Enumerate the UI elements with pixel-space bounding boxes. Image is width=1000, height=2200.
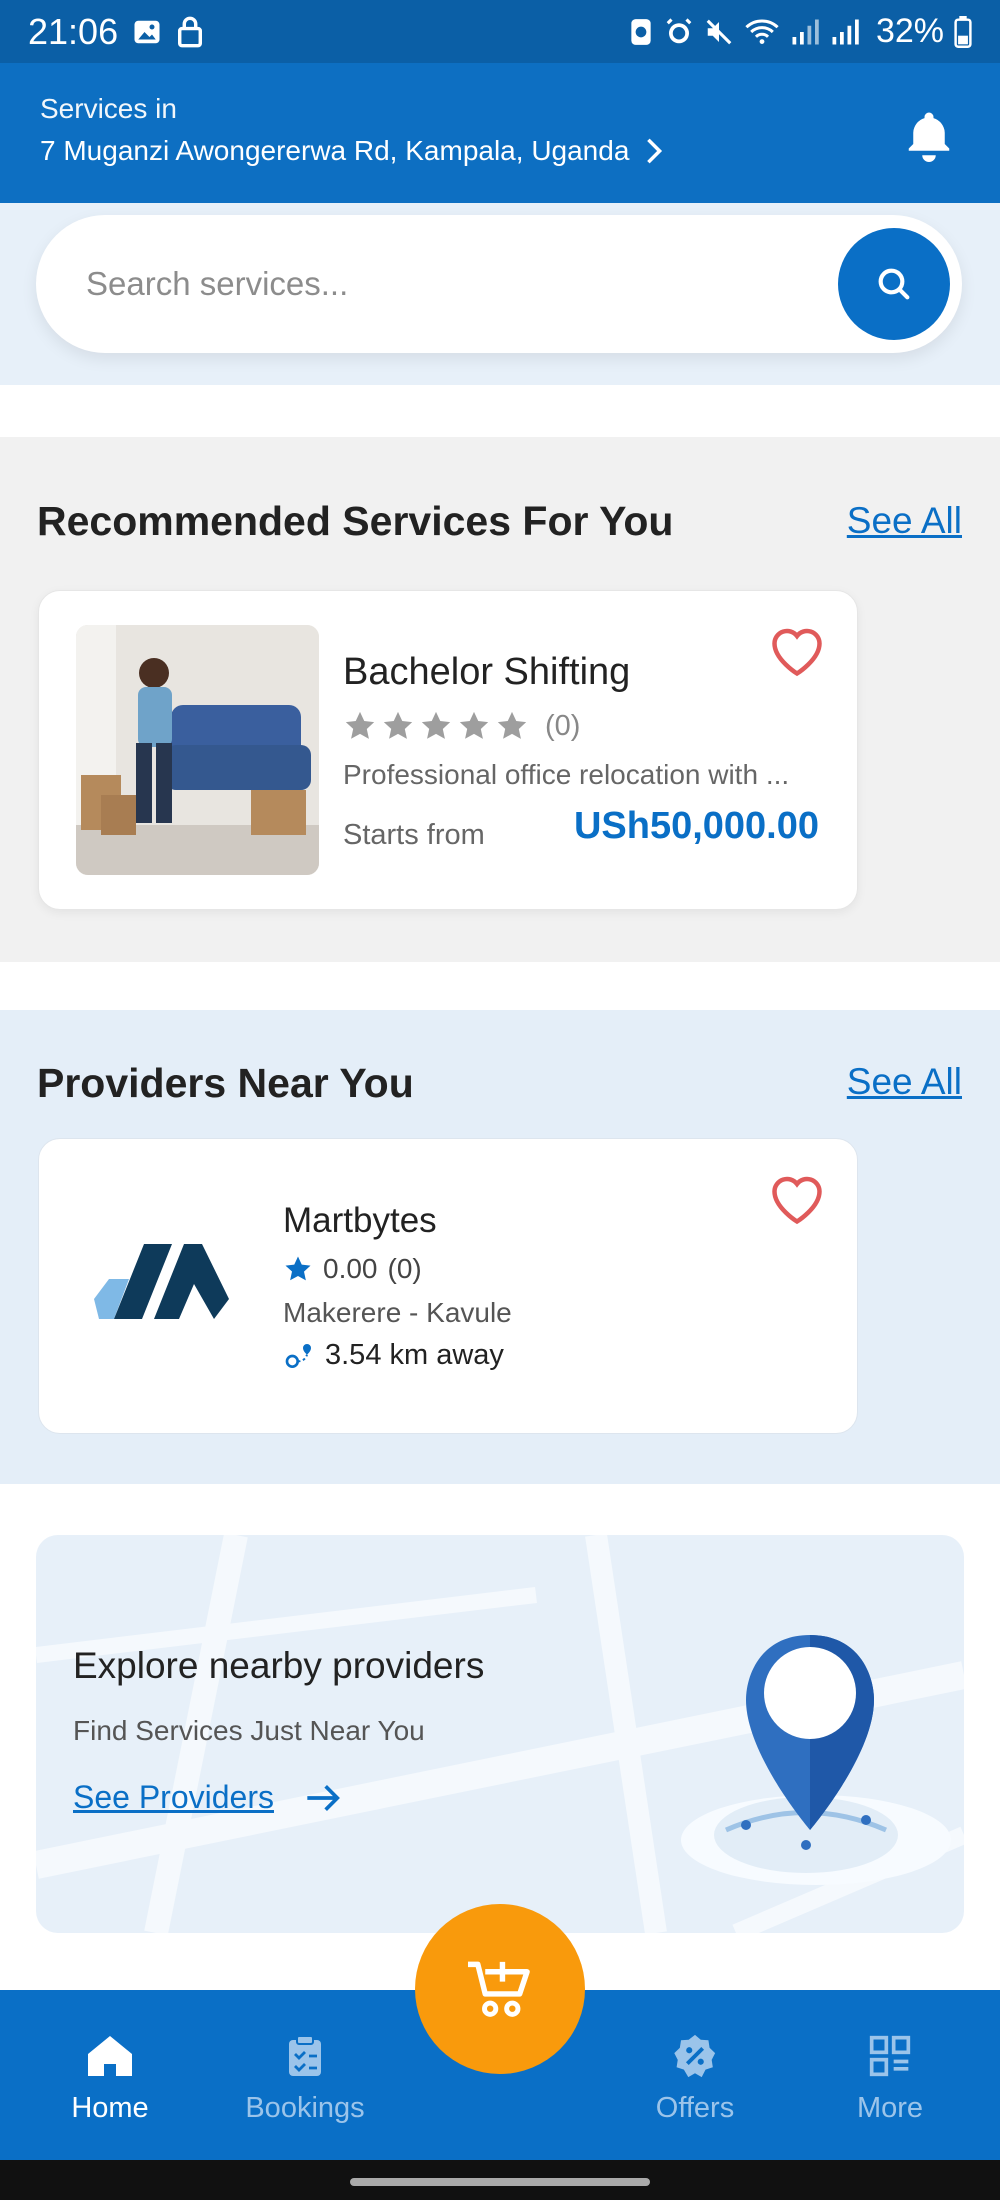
star-icon	[497, 711, 527, 739]
cart-fab-button[interactable]	[415, 1904, 585, 2074]
lock-icon	[178, 16, 203, 47]
service-price: USh50,000.00	[573, 805, 819, 847]
search-input[interactable]: Search services...	[36, 215, 962, 353]
explore-subtitle: Find Services Just Near You	[73, 1715, 425, 1746]
location-selector[interactable]: 7 Muganzi Awongererwa Rd, Kampala, Ugand…	[40, 135, 960, 167]
nav-bookings[interactable]: Bookings	[235, 2030, 375, 2125]
wifi-icon	[745, 19, 779, 44]
provider-location: Makerere - Kavule	[283, 1297, 512, 1328]
providers-title: Providers Near You	[37, 1060, 414, 1106]
notification-bell-icon[interactable]	[902, 108, 956, 162]
star-icon	[345, 711, 375, 739]
explore-title: Explore nearby providers	[73, 1645, 485, 1686]
route-pin-icon	[285, 1343, 311, 1369]
recommended-see-all-link[interactable]: See All	[847, 500, 962, 542]
star-icon	[421, 711, 451, 739]
star-icon	[383, 711, 413, 739]
add-to-cart-icon	[468, 1961, 530, 2017]
nav-bookings-label: Bookings	[245, 2092, 365, 2124]
service-description: Professional office relocation with ...	[343, 759, 790, 790]
star-icon	[459, 711, 489, 739]
grid-icon	[869, 2035, 911, 2077]
gallery-icon	[134, 20, 160, 43]
status-bar: 21:06 32%	[0, 0, 1000, 63]
provider-distance-text: 3.54 km away	[325, 1339, 504, 1371]
starts-from-label: Starts from	[343, 819, 485, 851]
address-text: 7 Muganzi Awongererwa Rd, Kampala, Ugand…	[40, 135, 630, 166]
search-icon	[878, 268, 910, 300]
home-icon	[88, 2036, 132, 2076]
chevron-right-icon	[647, 138, 663, 164]
see-providers-text: See Providers	[73, 1779, 274, 1815]
service-name: Bachelor Shifting	[343, 651, 631, 693]
favorite-heart-icon[interactable]	[767, 623, 827, 679]
service-rating: (0)	[343, 709, 580, 743]
provider-rating-count: (0)	[387, 1253, 422, 1284]
mute-icon	[706, 19, 732, 44]
nav-home-label: Home	[71, 2092, 149, 2124]
provider-logo	[94, 1244, 229, 1319]
arrow-right-icon	[307, 1784, 340, 1811]
recommended-title: Recommended Services For You	[37, 498, 674, 544]
provider-distance: 3.54 km away	[283, 1339, 504, 1372]
search-placeholder: Search services...	[86, 265, 349, 302]
signal-icon	[792, 19, 819, 44]
nav-offers[interactable]: Offers	[625, 2030, 765, 2125]
favorite-heart-icon[interactable]	[767, 1171, 827, 1227]
clipboard-icon	[289, 2035, 321, 2076]
nav-more[interactable]: More	[820, 2030, 960, 2125]
providers-see-all-link[interactable]: See All	[847, 1061, 962, 1103]
signal-icon-2	[832, 19, 859, 44]
provider-rating-value: 0.00	[323, 1253, 378, 1284]
discount-badge-icon	[674, 2034, 716, 2078]
alarm-icon	[666, 17, 692, 43]
see-providers-link[interactable]: See Providers	[73, 1779, 344, 1816]
battery-icon	[954, 15, 972, 48]
star-icon	[285, 1256, 311, 1281]
provider-card[interactable]: Martbytes 0.00 (0) Makerere - Kavule 3.5…	[38, 1138, 858, 1434]
provider-rating: 0.00 (0)	[283, 1253, 422, 1285]
service-image	[76, 625, 319, 875]
screen-icon	[631, 18, 651, 45]
battery-percent: 32%	[875, 12, 944, 50]
nav-more-label: More	[856, 2092, 924, 2124]
location-pin-illustration	[681, 1635, 951, 1885]
home-gesture-handle[interactable]	[350, 2178, 650, 2186]
service-card[interactable]: Bachelor Shifting (0) Professional offic…	[38, 590, 858, 910]
service-rating-count: (0)	[545, 709, 581, 742]
nav-home[interactable]: Home	[40, 2030, 180, 2125]
nav-offers-label: Offers	[655, 2092, 735, 2124]
explore-banner[interactable]: Explore nearby providers Find Services J…	[36, 1535, 964, 1933]
app-header: Services in 7 Muganzi Awongererwa Rd, Ka…	[0, 63, 1000, 203]
services-in-label: Services in	[40, 93, 177, 124]
search-button[interactable]	[838, 228, 950, 340]
provider-name: Martbytes	[283, 1201, 437, 1240]
status-time: 21:06	[28, 10, 119, 52]
